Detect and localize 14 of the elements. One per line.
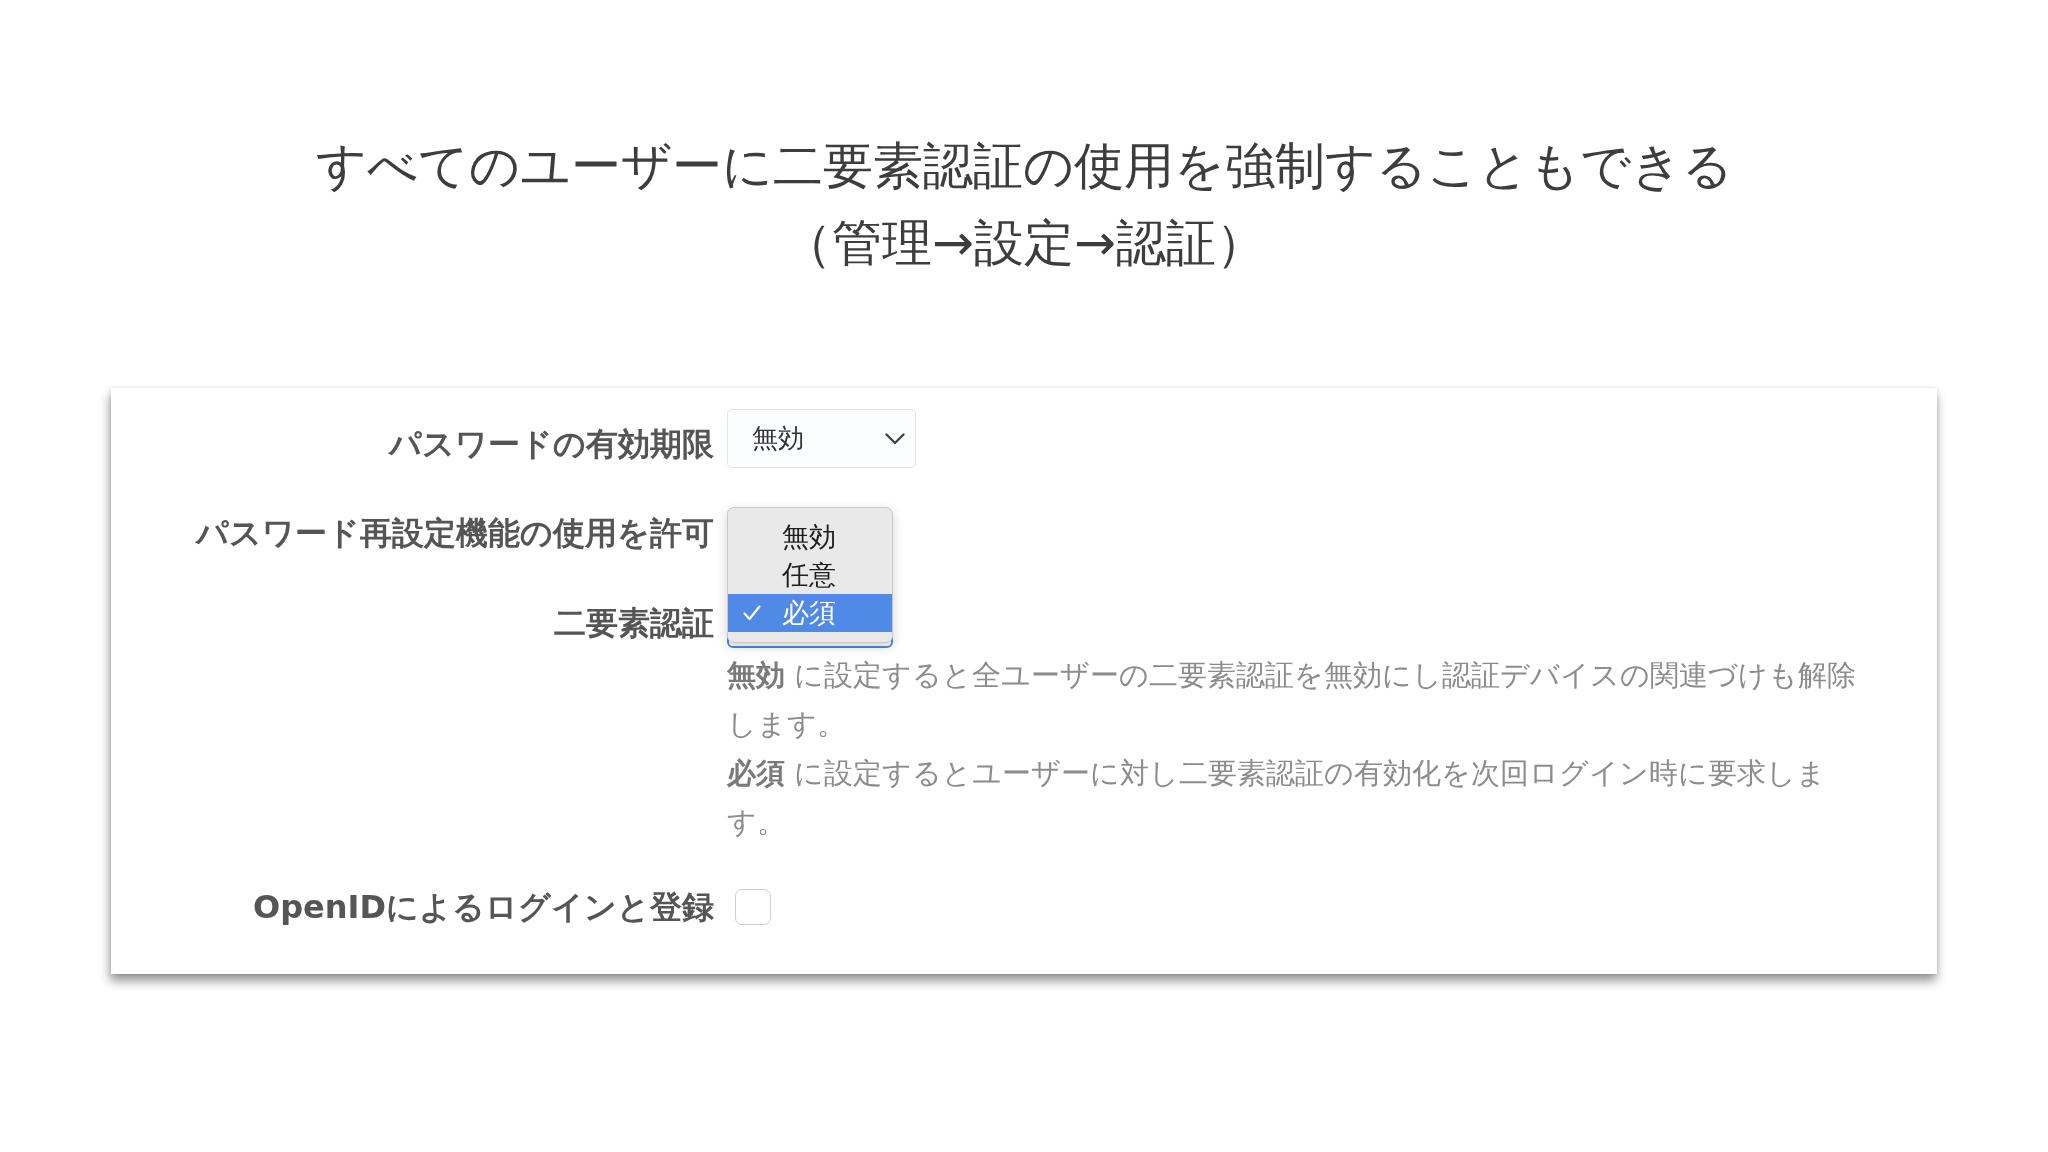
setting-label: 二要素認証 [553, 603, 714, 643]
help-text: 無効 に設定すると全ユーザーの二要素認証を無効にし認証デバイスの関連づけも解除します。 [727, 657, 1858, 743]
select-field[interactable]: 無効 [727, 409, 916, 468]
check-icon [743, 605, 761, 621]
slide-title: （管理→設定→認証） [781, 213, 1267, 274]
chevron-down-icon [885, 432, 905, 445]
menu-item[interactable]: 任意 [728, 556, 892, 594]
slide-title: すべてのユーザーに二要素認証の使用を強制することもできる [314, 136, 1734, 197]
checkbox[interactable] [735, 889, 771, 925]
setting-label: OpenIDによるログインと登録 [251, 887, 714, 927]
menu-item[interactable]: 無効 [728, 518, 892, 556]
setting-label: パスワードの有効期限 [387, 423, 714, 464]
help-text: 必須 に設定するとユーザーに対し二要素認証の有効化を次回ログイン時に要求します。 [727, 755, 1828, 841]
setting-label: パスワード再設定機能の使用を許可 [194, 513, 714, 553]
